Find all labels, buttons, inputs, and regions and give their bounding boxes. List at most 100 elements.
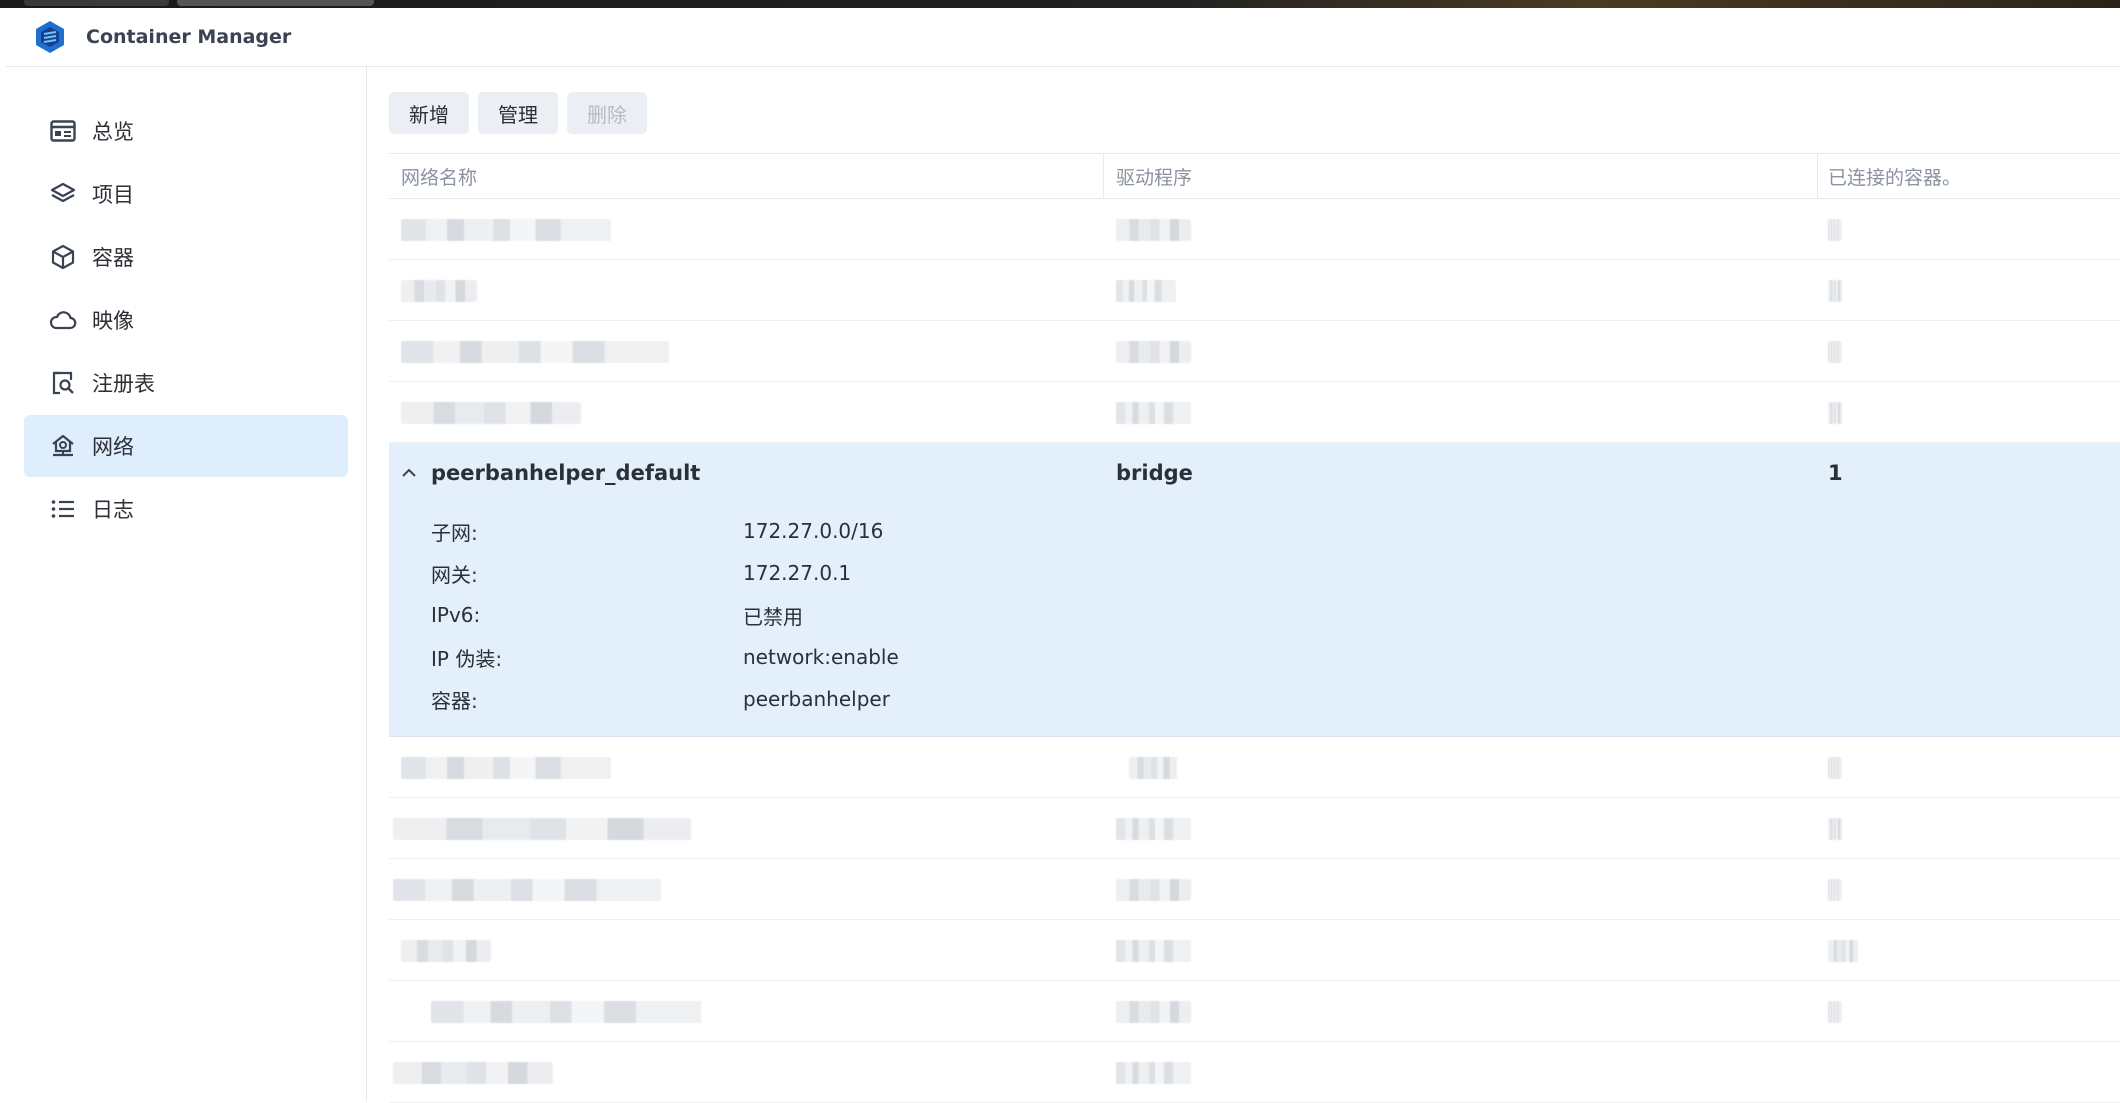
table-row[interactable] [389,199,2120,260]
table-row[interactable] [389,382,2120,443]
sidebar-item-label: 注册表 [92,372,155,396]
app-window: Container Manager 总览 项目 容器 映像 注册表 网络 日志 … [6,8,2120,1103]
column-resize-handle[interactable] [1103,154,1104,198]
detail-row-gateway: 网关: 172.27.0.1 [431,552,1231,594]
redacted-cell [1828,402,1842,424]
network-name: peerbanhelper_default [431,461,701,485]
table-row[interactable] [389,859,2120,920]
expanded-network-row[interactable]: peerbanhelper_default bridge 1 子网: 172.2… [389,443,2120,737]
detail-label: IPv6: [431,603,481,627]
sidebar-item-containers[interactable]: 容器 [24,226,348,288]
detail-label: 网关: [431,562,478,587]
network-driver: bridge [1116,461,1193,485]
redacted-cell [431,1001,701,1023]
redacted-cell [1828,341,1842,363]
redacted-cell [1116,1001,1191,1023]
detail-label: 容器: [431,688,478,713]
redacted-cell [1828,280,1842,302]
sidebar-item-label: 容器 [92,246,134,270]
registry-search-icon [48,368,78,398]
column-header-network-name[interactable]: 网络名称 [401,154,477,198]
redacted-cell [401,757,611,779]
delete-button[interactable]: 删除 [567,92,647,134]
sidebar-item-label: 项目 [92,183,134,207]
sidebar-item-overview[interactable]: 总览 [24,100,348,162]
redacted-cell [1116,879,1191,901]
redacted-cell [393,879,661,901]
sidebar-item-registry[interactable]: 注册表 [24,352,348,414]
sidebar-item-network[interactable]: 网络 [24,415,348,477]
redacted-cell [1828,757,1842,779]
cloud-icon [48,305,78,335]
table-row[interactable] [389,321,2120,382]
table-header: 网络名称 驱动程序 已连接的容器。 [389,153,2120,199]
browser-tab[interactable] [177,0,374,6]
list-icon [48,494,78,524]
table-row[interactable] [389,920,2120,981]
expanded-row-header[interactable]: peerbanhelper_default bridge 1 [389,443,2120,503]
app-title: Container Manager [86,26,292,48]
redacted-cell [1116,940,1191,962]
sidebar-item-images[interactable]: 映像 [24,289,348,351]
detail-row-containers: 容器: peerbanhelper [431,678,1231,720]
layers-icon [48,179,78,209]
main-content: 新增 管理 删除 网络名称 驱动程序 已连接的容器。 peerbanhelper… [367,67,2120,1103]
detail-label: 子网: [431,520,478,545]
column-resize-handle[interactable] [1817,154,1818,198]
detail-value: network:enable [743,645,899,669]
toolbar: 新增 管理 删除 [389,92,647,134]
sidebar-item-logs[interactable]: 日志 [24,478,348,540]
redacted-cell [401,219,611,241]
connected-count: 1 [1828,461,1843,485]
table-row[interactable] [389,981,2120,1042]
table-row[interactable] [389,737,2120,798]
browser-tab-strip [0,0,2120,8]
column-header-driver[interactable]: 驱动程序 [1116,154,1192,198]
redacted-cell [1828,219,1842,241]
redacted-cell [1129,757,1177,779]
detail-row-subnet: 子网: 172.27.0.0/16 [431,510,1231,552]
sidebar: 总览 项目 容器 映像 注册表 网络 日志 [6,67,367,1101]
table-row[interactable] [389,798,2120,859]
manage-button[interactable]: 管理 [478,92,558,134]
redacted-cell [1116,1062,1191,1084]
redacted-cell [1116,280,1176,302]
redacted-cell [401,341,669,363]
cube-icon [48,242,78,272]
sidebar-item-projects[interactable]: 项目 [24,163,348,225]
redacted-cell [401,280,477,302]
redacted-cell [1828,818,1842,840]
add-button[interactable]: 新增 [389,92,469,134]
redacted-cell [1828,1001,1842,1023]
detail-row-ip-masquerade: IP 伪装: network:enable [431,636,1231,678]
redacted-cell [1116,341,1191,363]
detail-row-ipv6: IPv6: 已禁用 [431,594,1231,636]
redacted-cell [393,818,691,840]
sidebar-item-label: 日志 [92,498,134,522]
detail-value: 已禁用 [743,604,803,629]
title-bar: Container Manager [6,8,2120,67]
redacted-cell [1828,940,1858,962]
redacted-cell [1116,818,1191,840]
network-table: 网络名称 驱动程序 已连接的容器。 peerbanhelper_default … [389,153,2120,1103]
redacted-cell [1116,402,1191,424]
table-row[interactable] [389,260,2120,321]
sidebar-item-label: 总览 [92,120,134,144]
network-icon [48,431,78,461]
detail-label: IP 伪装: [431,646,503,671]
redacted-cell [401,940,491,962]
sidebar-item-label: 映像 [92,309,134,333]
redacted-cell [393,1062,553,1084]
overview-icon [48,116,78,146]
column-header-connected-containers[interactable]: 已连接的容器。 [1828,154,1961,198]
chevron-up-icon[interactable] [399,463,419,483]
detail-value: 172.27.0.1 [743,561,852,585]
detail-value: 172.27.0.0/16 [743,519,884,543]
table-row[interactable] [389,1042,2120,1103]
browser-tab[interactable] [24,0,169,6]
detail-value: peerbanhelper [743,687,890,711]
redacted-cell [1828,879,1842,901]
sidebar-item-label: 网络 [92,435,134,459]
container-manager-logo-icon [36,21,64,53]
redacted-cell [1116,219,1191,241]
